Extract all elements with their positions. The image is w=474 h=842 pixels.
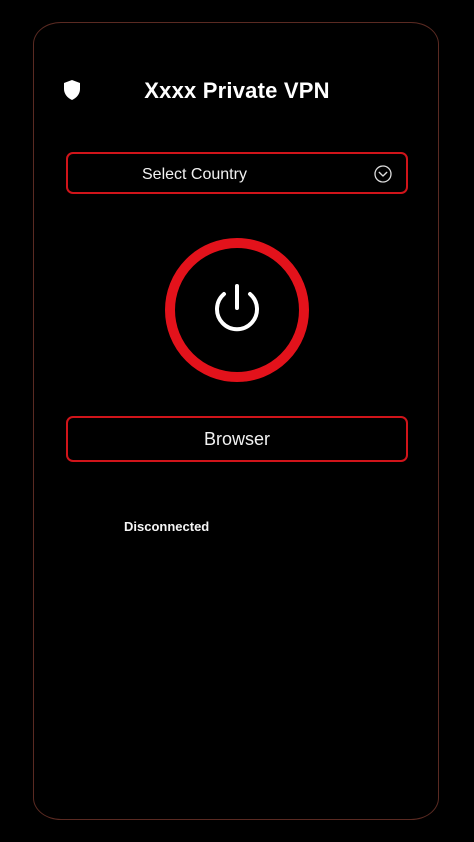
chevron-down-icon [374, 165, 392, 183]
power-button[interactable] [163, 236, 311, 384]
app-header: Xxxx Private VPN [0, 0, 474, 120]
country-select-dropdown[interactable]: Select Country [66, 152, 408, 194]
connection-status: Disconnected [124, 519, 210, 534]
browser-button[interactable]: Browser [66, 416, 408, 462]
app-title: Xxxx Private VPN [144, 78, 330, 103]
country-select-label: Select Country [142, 166, 247, 183]
